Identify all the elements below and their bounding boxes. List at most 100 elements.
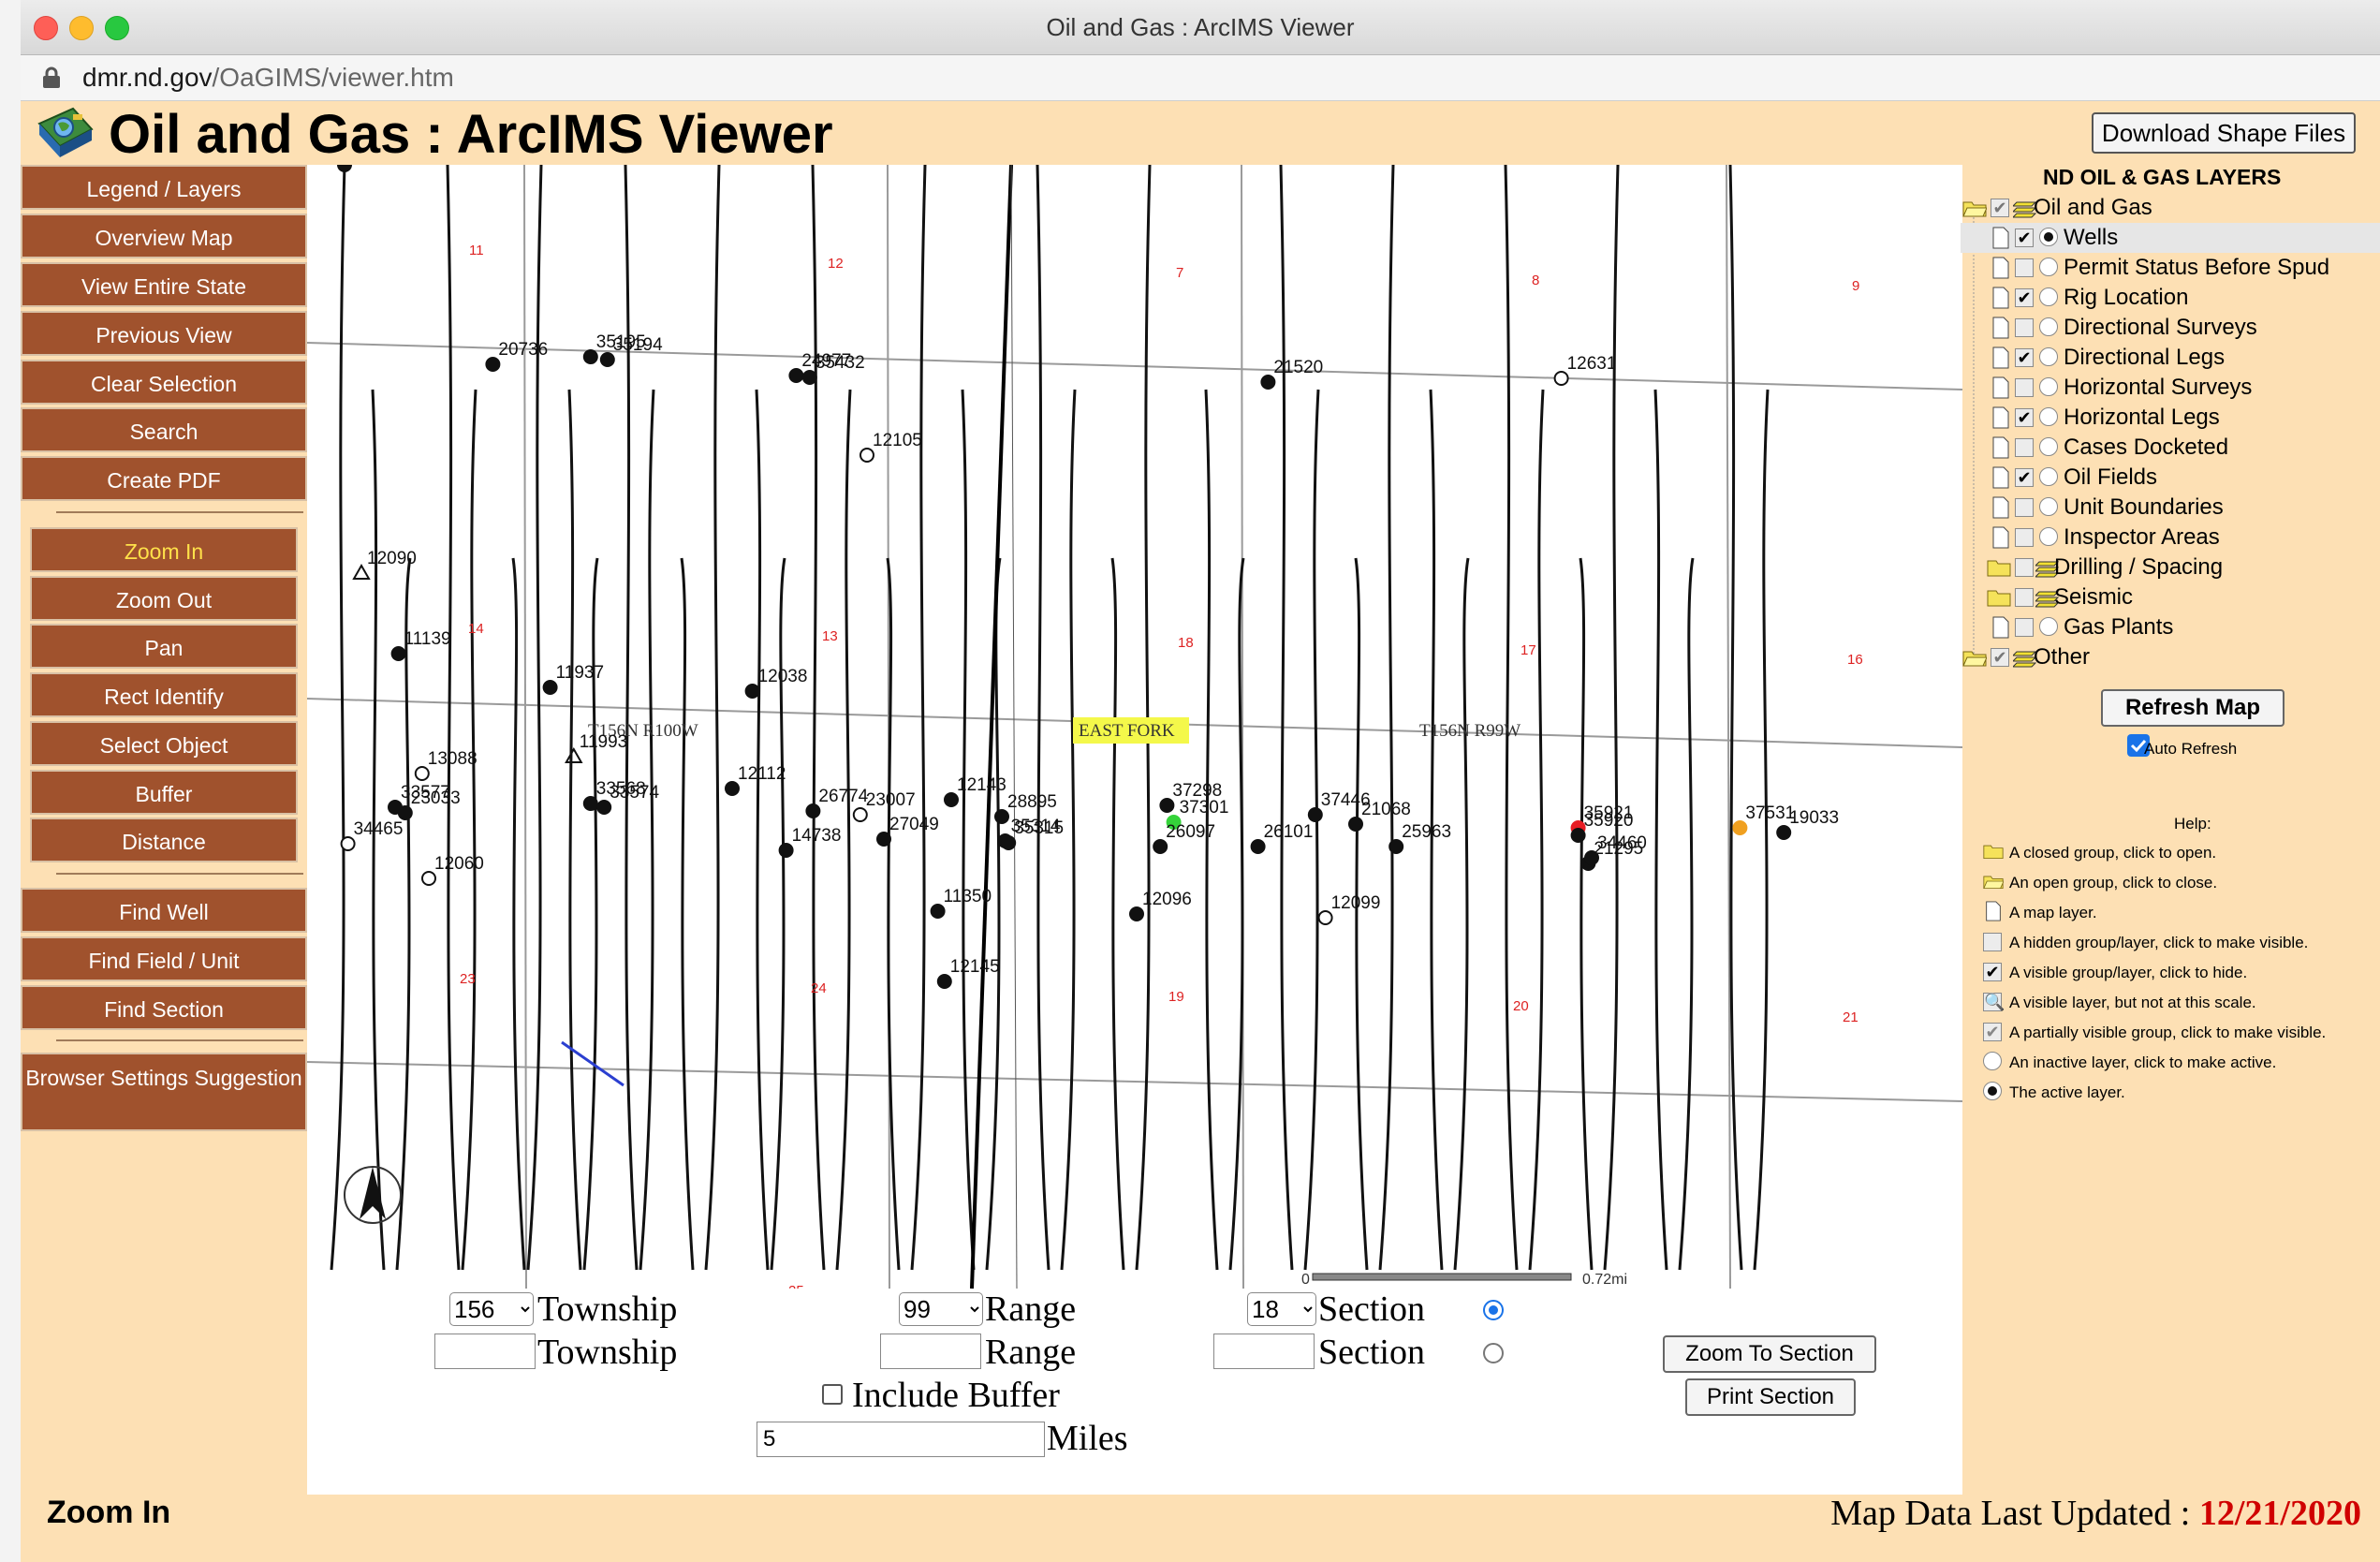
layer-checkbox-partial[interactable]: ✔	[1991, 199, 2009, 217]
layer-checkbox[interactable]	[2015, 618, 2034, 637]
nav-find-section[interactable]: Find Section	[21, 985, 307, 1030]
layer-row[interactable]: ✔ Directional Legs	[1961, 343, 2380, 373]
section-number: 21	[1843, 1009, 1858, 1025]
layer-row[interactable]: ✔ Horizontal Legs	[1961, 403, 2380, 433]
layer-checkbox[interactable]	[2015, 498, 2034, 517]
layer-active-radio[interactable]	[2039, 467, 2058, 486]
nav-zoom-out[interactable]: Zoom Out	[30, 576, 298, 621]
folder-closed-icon	[1987, 590, 2011, 607]
layer-active-radio[interactable]	[2039, 258, 2058, 276]
help-item: ✔ A visible group/layer, click to hide.	[1961, 957, 2380, 987]
map-view[interactable]: 11 12 7 8 9 14 13 18 17 16 23 24 19 20 2…	[307, 165, 1962, 1289]
layer-active-radio[interactable]	[2039, 407, 2058, 426]
well-marker[interactable]	[1317, 910, 1333, 925]
layer-group-other[interactable]: ✔ Other	[1961, 642, 2380, 672]
download-shape-files-button[interactable]: Download Shape Files	[2092, 112, 2356, 154]
well-marker[interactable]	[340, 836, 356, 851]
nav-search[interactable]: Search	[21, 407, 307, 452]
well-marker[interactable]	[414, 766, 430, 781]
nav-buffer[interactable]: Buffer	[30, 770, 298, 815]
nav-rect-identify[interactable]: Rect Identify	[30, 672, 298, 717]
range-select[interactable]: 99	[899, 1292, 983, 1326]
layer-active-radio[interactable]	[2039, 317, 2058, 336]
nav-overview-map[interactable]: Overview Map	[21, 214, 307, 258]
nav-pan[interactable]: Pan	[30, 624, 298, 669]
nav-clear-selection[interactable]: Clear Selection	[21, 360, 307, 405]
map-canvas[interactable]: 11 12 7 8 9 14 13 18 17 16 23 24 19 20 2…	[307, 165, 1962, 1289]
township-input[interactable]	[434, 1334, 536, 1369]
url-text[interactable]: dmr.nd.gov/OaGIMS/viewer.htm	[82, 63, 454, 93]
layer-checkbox[interactable]: ✔	[2015, 288, 2034, 307]
layer-checkbox[interactable]: ✔	[2015, 468, 2034, 487]
last-updated: Map Data Last Updated : 12/21/2020	[1830, 1493, 2361, 1534]
layer-active-radio[interactable]	[2039, 347, 2058, 366]
layer-row[interactable]: Horizontal Surveys	[1961, 373, 2380, 403]
refresh-map-button[interactable]: Refresh Map	[2101, 689, 2285, 727]
section-select-radio[interactable]	[1483, 1300, 1504, 1320]
layer-active-radio[interactable]	[2039, 377, 2058, 396]
layer-active-radio[interactable]	[2039, 527, 2058, 546]
layer-row[interactable]: ✔ Wells	[1961, 223, 2380, 253]
layer-active-radio[interactable]	[2039, 287, 2058, 306]
well-leg	[330, 165, 346, 1271]
layer-active-radio[interactable]	[2039, 228, 2058, 246]
layer-row[interactable]: ✔ Rig Location	[1961, 283, 2380, 313]
nav-find-field-unit[interactable]: Find Field / Unit	[21, 936, 307, 981]
nav-zoom-in[interactable]: Zoom In	[30, 527, 298, 572]
well-leg	[1378, 165, 1395, 1271]
layer-row[interactable]: ✔ Oil Fields	[1961, 463, 2380, 493]
well-marker[interactable]	[852, 807, 868, 822]
range-input[interactable]	[880, 1334, 981, 1369]
nav-browser-settings-suggestion[interactable]: Browser Settings Suggestion	[21, 1053, 307, 1131]
well-leg	[1036, 165, 1050, 1271]
layer-group-oil-and-gas[interactable]: ✔ Oil and Gas	[1961, 193, 2380, 223]
layer-row[interactable]: Unit Boundaries	[1961, 493, 2380, 523]
map-layer-page-icon	[1992, 466, 2009, 489]
nav-find-well[interactable]: Find Well	[21, 888, 307, 933]
layer-checkbox[interactable]	[2015, 438, 2034, 457]
nav-view-entire-state[interactable]: View Entire State	[21, 262, 307, 307]
nav-previous-view[interactable]: Previous View	[21, 311, 307, 356]
layer-row[interactable]: Cases Docketed	[1961, 433, 2380, 463]
layer-checkbox[interactable]	[2015, 558, 2034, 577]
section-input[interactable]	[1213, 1334, 1315, 1369]
layer-gas-plants[interactable]: Gas Plants	[1961, 612, 2380, 642]
layer-active-radio[interactable]	[2039, 497, 2058, 516]
print-section-button[interactable]: Print Section	[1685, 1378, 1856, 1416]
lock-icon	[43, 66, 60, 88]
zoom-to-section-button[interactable]: Zoom To Section	[1663, 1335, 1876, 1373]
township-select[interactable]: 156	[449, 1292, 534, 1326]
address-bar[interactable]: dmr.nd.gov/OaGIMS/viewer.htm	[21, 55, 2380, 101]
layer-checkbox[interactable]	[2015, 378, 2034, 397]
map-layer-page-icon	[1992, 227, 2009, 249]
well-marker[interactable]	[859, 448, 874, 463]
include-buffer-checkbox[interactable]	[822, 1384, 843, 1405]
nav-select-object[interactable]: Select Object	[30, 721, 298, 766]
layer-row[interactable]: Inspector Areas	[1961, 523, 2380, 553]
layer-checkbox[interactable]: ✔	[2015, 408, 2034, 427]
well-marker[interactable]	[421, 871, 436, 886]
well-marker[interactable]	[337, 165, 352, 172]
nav-create-pdf[interactable]: Create PDF	[21, 456, 307, 501]
layer-active-radio[interactable]	[2039, 617, 2058, 636]
layer-checkbox[interactable]: ✔	[2015, 348, 2034, 367]
layer-checkbox[interactable]	[2015, 588, 2034, 607]
nav-distance[interactable]: Distance	[30, 818, 298, 862]
layer-checkbox[interactable]: ✔	[2015, 228, 2034, 247]
nav-legend-layers[interactable]: Legend / Layers	[21, 165, 307, 210]
section-select[interactable]: 18	[1247, 1292, 1316, 1326]
well-markers[interactable]	[337, 165, 1792, 989]
layer-checkbox[interactable]	[2015, 528, 2034, 547]
layer-group-drilling-spacing[interactable]: Drilling / Spacing	[1961, 553, 2380, 582]
layer-checkbox[interactable]	[2015, 258, 2034, 277]
layer-checkbox-partial[interactable]: ✔	[1991, 648, 2009, 667]
layer-checkbox[interactable]	[2015, 318, 2034, 337]
layer-row[interactable]: Directional Surveys	[1961, 313, 2380, 343]
map-layer-page-icon	[1992, 317, 2009, 339]
well-marker[interactable]	[1553, 371, 1569, 386]
layer-group-seismic[interactable]: Seismic	[1961, 582, 2380, 612]
section-input-radio[interactable]	[1483, 1343, 1504, 1363]
buffer-miles-input[interactable]	[757, 1422, 1045, 1457]
layer-row[interactable]: Permit Status Before Spud	[1961, 253, 2380, 283]
layer-active-radio[interactable]	[2039, 437, 2058, 456]
